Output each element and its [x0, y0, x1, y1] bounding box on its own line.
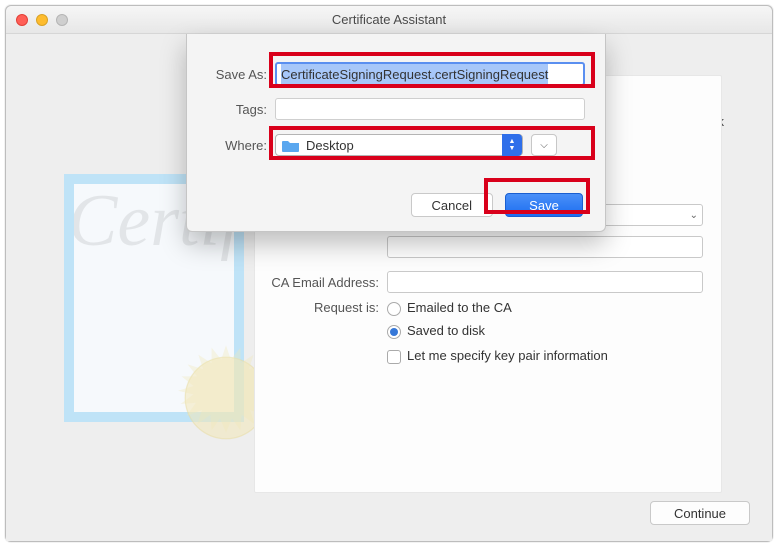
continue-button-label: Continue: [674, 506, 726, 521]
specify-keypair-label: Let me specify key pair information: [407, 348, 608, 363]
save-as-value: CertificateSigningRequest.certSigningReq…: [281, 64, 548, 84]
save-sheet: Save As: CertificateSigningRequest.certS…: [186, 34, 606, 232]
window-title: Certificate Assistant: [6, 12, 772, 27]
specify-keypair-checkbox[interactable]: Let me specify key pair information: [387, 348, 608, 364]
chevron-down-icon: ⌄: [690, 210, 698, 221]
chevron-down-icon: ⌵: [540, 140, 548, 151]
where-combo[interactable]: Desktop ▲▼: [275, 134, 523, 156]
tags-field[interactable]: [275, 98, 585, 120]
request-saved-label: Saved to disk: [407, 323, 485, 338]
ca-email-field[interactable]: [387, 271, 703, 293]
cancel-button-label: Cancel: [432, 198, 472, 213]
save-as-label: Save As:: [187, 67, 275, 82]
where-value: Desktop: [306, 138, 502, 153]
request-is-label: Request is:: [255, 300, 387, 315]
request-saved-radio[interactable]: Saved to disk: [387, 323, 485, 339]
request-emailed-radio[interactable]: Emailed to the CA: [387, 300, 512, 316]
cancel-button[interactable]: Cancel: [411, 193, 493, 217]
titlebar: Certificate Assistant: [6, 6, 772, 34]
certificate-assistant-window: Certificate Assistant uesting. Click Cer…: [5, 5, 773, 542]
save-as-field[interactable]: CertificateSigningRequest.certSigningReq…: [275, 62, 585, 86]
continue-button[interactable]: Continue: [650, 501, 750, 525]
save-button-label: Save: [529, 198, 559, 213]
expand-save-dialog-button[interactable]: ⌵: [531, 134, 557, 156]
where-label: Where:: [187, 138, 275, 153]
folder-icon: [282, 138, 300, 152]
tags-label: Tags:: [187, 102, 275, 117]
save-button[interactable]: Save: [505, 193, 583, 217]
request-emailed-label: Emailed to the CA: [407, 300, 512, 315]
ca-email-label: CA Email Address:: [255, 275, 387, 290]
where-stepper-icon: ▲▼: [502, 134, 522, 156]
common-name-field[interactable]: [387, 236, 703, 258]
